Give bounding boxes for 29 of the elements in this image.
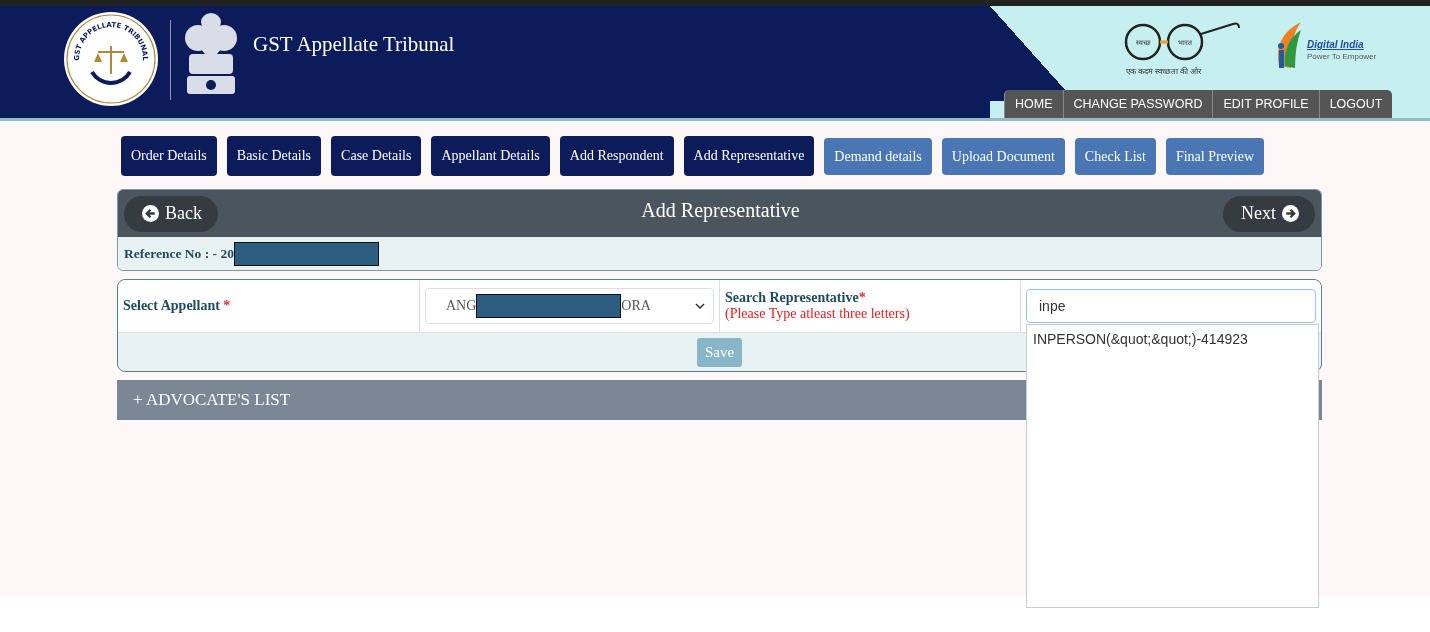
back-button[interactable]: Back bbox=[124, 195, 218, 232]
nav-tab[interactable]: HOME bbox=[1004, 90, 1063, 118]
next-button[interactable]: Next bbox=[1223, 195, 1315, 232]
step-button[interactable]: Check List bbox=[1074, 138, 1156, 175]
search-field[interactable]: inpe bbox=[1026, 289, 1316, 323]
step-button[interactable]: Order Details bbox=[121, 136, 217, 176]
step-button[interactable]: Appellant Details bbox=[431, 136, 550, 176]
left-arrow-icon bbox=[142, 205, 159, 222]
nav-tab[interactable]: EDIT PROFILE bbox=[1212, 90, 1319, 118]
step-button[interactable]: Final Preview bbox=[1165, 138, 1265, 175]
appellant-label: Select Appellant * bbox=[123, 298, 232, 314]
site-title: GST Appellate Tribunal bbox=[253, 32, 455, 57]
step-button[interactable]: Case Details bbox=[331, 136, 422, 176]
panel-title: Add Representative bbox=[641, 199, 800, 222]
search-label: Search Representative* bbox=[725, 290, 867, 306]
step-button[interactable]: Upload Document bbox=[941, 138, 1065, 175]
nav-tab[interactable]: CHANGE PASSWORD bbox=[1062, 90, 1213, 118]
reference-number: Reference No : - 20 bbox=[124, 245, 234, 262]
right-arrow-icon bbox=[1282, 205, 1299, 222]
nav-tab[interactable]: LOGOUT bbox=[1318, 90, 1393, 118]
digital-india-logo: Digital India Power To Empower bbox=[1271, 16, 1381, 72]
chevron-down-icon bbox=[695, 303, 705, 309]
suggestion-item[interactable]: INPERSON(&quot;&quot;)-414923 bbox=[1027, 331, 1318, 347]
search-hint: (Please Type atleast three letters) bbox=[725, 306, 911, 322]
appellant-select[interactable]: ANG ORA bbox=[425, 288, 714, 324]
step-button[interactable]: Demand details bbox=[824, 138, 932, 175]
step-button[interactable]: Basic Details bbox=[226, 136, 322, 176]
step-button[interactable]: Add Representative bbox=[683, 136, 815, 176]
step-button[interactable]: Add Respondent bbox=[559, 136, 674, 176]
